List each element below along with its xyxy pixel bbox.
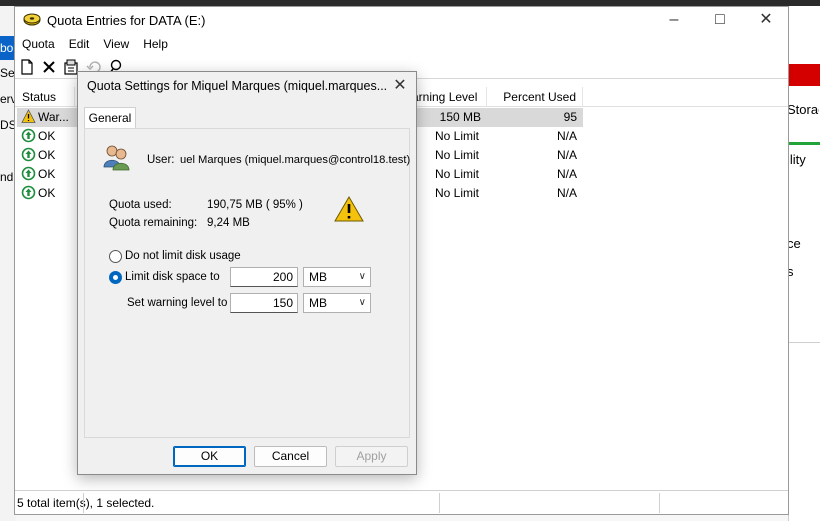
warning-level-cell: No Limit	[435, 186, 480, 200]
percent-used-cell: N/A	[556, 167, 577, 181]
background-text: Storac	[787, 102, 819, 117]
quota-settings-dialog: Quota Settings for Miquel Marques (mique…	[77, 71, 417, 475]
ok-status-icon	[21, 166, 36, 181]
limit-disk-radio[interactable]	[109, 271, 122, 284]
status-bar: 5 total item(s), 1 selected.	[15, 490, 788, 514]
status-text: OK	[38, 186, 56, 200]
maximize-button[interactable]: □	[697, 7, 743, 33]
limit-unit-value: MB	[309, 270, 327, 284]
status-bar-text: 5 total item(s), 1 selected.	[17, 496, 155, 510]
minimize-button[interactable]: –	[651, 7, 697, 33]
window-title: Quota Entries for DATA (E:)	[47, 13, 206, 28]
quota-remaining-value: 9,24 MB	[207, 217, 250, 229]
background-text: ce	[787, 236, 801, 251]
apply-button[interactable]: Apply	[335, 446, 408, 467]
warning-unit-value: MB	[309, 296, 327, 310]
background-divider	[789, 342, 820, 343]
status-text: OK	[38, 129, 56, 143]
column-warning-level[interactable]: arning Level	[407, 87, 487, 107]
percent-used-cell: 95	[563, 110, 577, 124]
quota-used-value: 190,75 MB ( 95% )	[207, 199, 303, 211]
background-red-bar	[789, 64, 820, 86]
ok-status-icon	[21, 128, 36, 143]
quota-used-label: Quota used:	[109, 199, 172, 211]
menu-edit[interactable]: Edit	[62, 33, 97, 55]
status-divider	[659, 493, 660, 513]
quota-remaining-label: Quota remaining:	[109, 217, 198, 229]
chevron-down-icon: ∨	[358, 297, 366, 308]
users-icon	[103, 145, 130, 171]
limit-value-input[interactable]: 200	[230, 267, 298, 287]
tab-strip: General	[84, 106, 410, 129]
status-cell: OK	[21, 146, 75, 165]
status-text: OK	[38, 148, 56, 162]
warning-icon	[334, 196, 364, 222]
new-entry-icon[interactable]	[18, 58, 36, 76]
warning-level-cell: No Limit	[435, 129, 480, 143]
chevron-down-icon: ∨	[358, 271, 366, 282]
percent-used-cell: N/A	[556, 129, 577, 143]
status-text: OK	[38, 167, 56, 181]
user-value: uel Marques (miquel.marques@control18.te…	[180, 154, 411, 166]
ok-status-icon	[21, 185, 36, 200]
background-green-bar	[789, 142, 820, 145]
warning-level-cell: No Limit	[435, 148, 480, 162]
menu-bar: Quota Edit View Help	[15, 33, 788, 55]
cancel-button[interactable]: Cancel	[254, 446, 327, 467]
status-cell: OK	[21, 184, 75, 203]
status-cell: War...	[21, 108, 75, 127]
delete-icon[interactable]	[40, 58, 58, 76]
dialog-title: Quota Settings for Miquel Marques (mique…	[87, 79, 388, 93]
background-bottom	[16, 515, 788, 521]
general-panel: User: uel Marques (miquel.marques@contro…	[84, 128, 410, 438]
status-divider	[439, 493, 440, 513]
menu-view[interactable]: View	[96, 33, 136, 55]
percent-used-cell: N/A	[556, 148, 577, 162]
warning-icon	[21, 109, 36, 123]
background-app-right: Storac ility ce s	[787, 6, 820, 521]
status-cell: OK	[21, 165, 75, 184]
status-cell: OK	[21, 127, 75, 146]
column-status[interactable]: Status	[17, 87, 75, 107]
background-text: ility	[787, 152, 806, 167]
disk-quota-icon	[23, 13, 41, 26]
limit-unit-select[interactable]: MB ∨	[303, 267, 371, 287]
column-percent-used[interactable]: Percent Used	[487, 87, 583, 107]
warning-level-cell: No Limit	[435, 167, 480, 181]
status-text: War...	[38, 110, 69, 124]
no-limit-radio[interactable]	[109, 250, 122, 263]
warning-value-input[interactable]: 150	[230, 293, 298, 313]
percent-used-cell: N/A	[556, 186, 577, 200]
background-text: s	[787, 264, 794, 279]
menu-quota[interactable]: Quota	[15, 33, 62, 55]
status-divider	[83, 493, 84, 513]
ok-button[interactable]: OK	[173, 446, 246, 467]
user-label: User:	[147, 154, 175, 166]
warning-unit-select[interactable]: MB ∨	[303, 293, 371, 313]
limit-disk-label: Limit disk space to	[125, 271, 220, 283]
close-button[interactable]: ✕	[743, 7, 789, 33]
warning-level-cell: 150 MB	[439, 110, 481, 124]
title-bar[interactable]: Quota Entries for DATA (E:) – □ ✕	[15, 7, 788, 33]
ok-status-icon	[21, 147, 36, 162]
tab-general[interactable]: General	[84, 107, 136, 129]
dialog-close-button[interactable]: ✕	[387, 75, 413, 97]
no-limit-label: Do not limit disk usage	[125, 250, 241, 262]
warning-level-label: Set warning level to	[127, 297, 228, 309]
menu-help[interactable]: Help	[136, 33, 175, 55]
